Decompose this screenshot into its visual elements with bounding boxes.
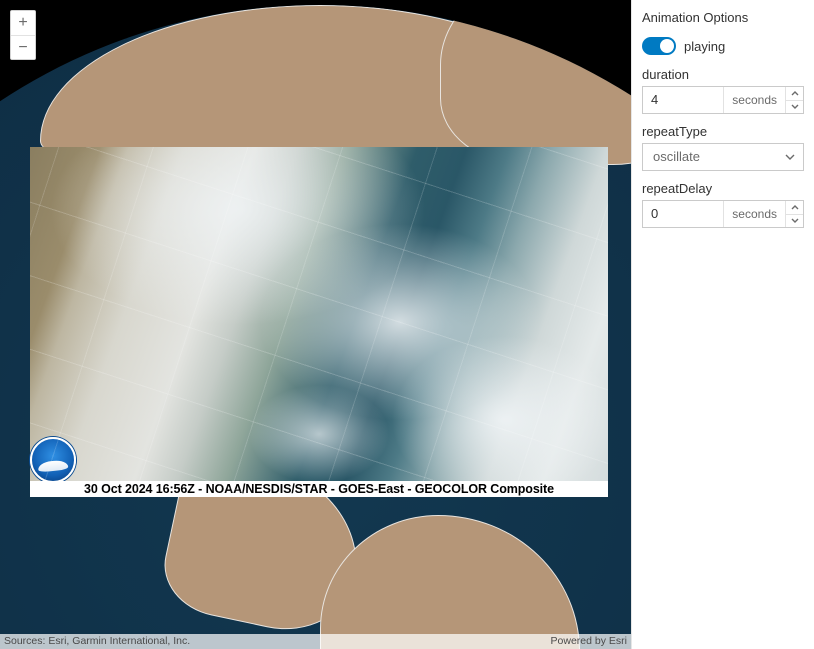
repeatdelay-input[interactable] [643, 201, 723, 227]
chevron-down-icon [791, 218, 799, 223]
attribution-powered-by[interactable]: Powered by Esri [551, 634, 627, 649]
panel-title: Animation Options [642, 10, 804, 25]
duration-step-up-button[interactable] [786, 87, 803, 100]
zoom-control: + − [10, 10, 36, 60]
repeatdelay-step-up-button[interactable] [786, 201, 803, 214]
chevron-up-icon [791, 205, 799, 210]
duration-step-down-button[interactable] [786, 100, 803, 114]
landmass [320, 515, 580, 649]
noaa-logo-icon [30, 437, 76, 483]
repeattype-select[interactable]: oscillate [642, 143, 804, 171]
landmass [440, 5, 631, 165]
repeatdelay-input-group: seconds [642, 200, 804, 228]
repeatdelay-step-down-button[interactable] [786, 214, 803, 228]
toggle-knob [660, 39, 674, 53]
attribution-bar: Sources: Esri, Garmin International, Inc… [0, 634, 631, 649]
zoom-out-button[interactable]: − [11, 35, 35, 59]
satellite-imagery-tile: 30 Oct 2024 16:56Z - NOAA/NESDIS/STAR - … [30, 147, 608, 497]
duration-spinner [785, 87, 803, 113]
repeatdelay-unit: seconds [723, 201, 785, 227]
chevron-up-icon [791, 91, 799, 96]
duration-unit: seconds [723, 87, 785, 113]
playing-toggle-label: playing [684, 39, 725, 54]
playing-toggle[interactable] [642, 37, 676, 55]
duration-input[interactable] [643, 87, 723, 113]
map-viewport[interactable]: 30 Oct 2024 16:56Z - NOAA/NESDIS/STAR - … [0, 0, 631, 649]
satellite-caption: 30 Oct 2024 16:56Z - NOAA/NESDIS/STAR - … [30, 481, 608, 497]
chevron-down-icon [791, 104, 799, 109]
repeattype-value: oscillate [653, 144, 700, 170]
duration-label: duration [642, 67, 804, 82]
animation-options-panel: Animation Options playing duration secon… [631, 0, 814, 649]
chevron-down-icon [785, 154, 795, 160]
duration-input-group: seconds [642, 86, 804, 114]
repeatdelay-label: repeatDelay [642, 181, 804, 196]
repeattype-label: repeatType [642, 124, 804, 139]
attribution-sources: Sources: Esri, Garmin International, Inc… [4, 634, 190, 649]
repeatdelay-spinner [785, 201, 803, 227]
zoom-in-button[interactable]: + [11, 11, 35, 35]
